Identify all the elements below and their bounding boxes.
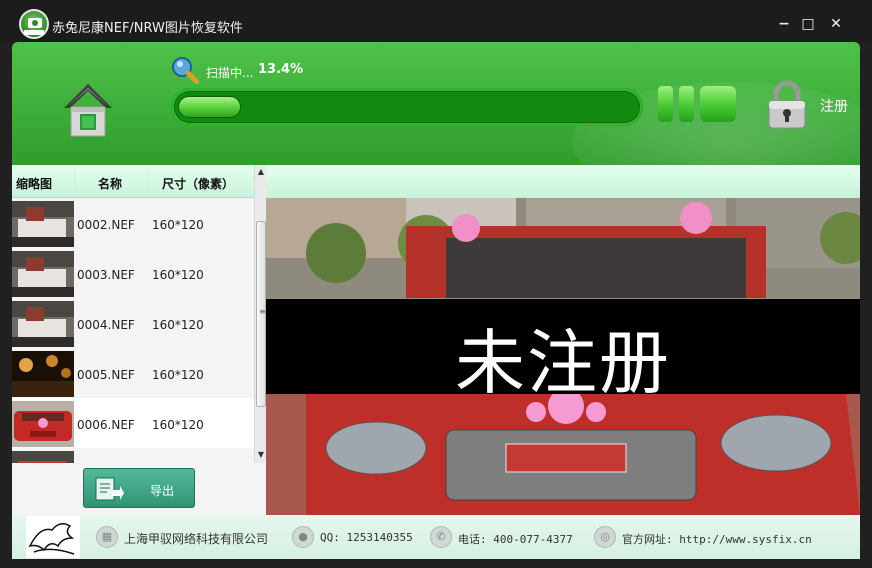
export-icon [95, 477, 124, 501]
scan-progress-bar [171, 88, 643, 126]
file-size: 160*120 [152, 418, 204, 432]
company-icon: ▦ [96, 526, 118, 548]
file-name: 0006.NEF [77, 418, 135, 432]
export-button[interactable]: 导出 [83, 468, 195, 508]
website-link[interactable]: 官方网址: http://www.sysfix.cn [622, 531, 812, 547]
file-name: 0003.NEF [77, 268, 135, 282]
scan-status-label: 扫描中... [206, 66, 254, 80]
watermark-text: 未注册 [455, 322, 671, 404]
unregistered-watermark: 未注册 [266, 299, 860, 404]
scan-progress-fill [179, 97, 240, 117]
title-bar: 赤兔尼康NEF/NRW图片恢复软件 − □ ✕ [0, 0, 872, 42]
thumbnail-image [12, 401, 74, 447]
close-button[interactable]: ✕ [826, 14, 846, 34]
file-list-body: 0002.NEF 160*120 0003.NEF 160*120 0004.N… [12, 198, 254, 463]
export-label: 导出 [150, 484, 175, 498]
app-window: 赤兔尼康NEF/NRW图片恢复软件 − □ ✕ 扫描中... 13.4% 注册 … [0, 0, 872, 568]
file-name: 0005.NEF [77, 368, 135, 382]
preview-header [266, 165, 860, 198]
thumbnail-image [12, 301, 74, 347]
column-name[interactable]: 名称 [98, 175, 122, 192]
stop-button[interactable] [700, 86, 736, 122]
qq-number[interactable]: QQ: 1253140355 [320, 531, 413, 544]
file-list-scrollbar[interactable]: ▲ ≡ ▼ [254, 165, 266, 463]
company-logo-icon [26, 516, 80, 558]
toolbar-header: 扫描中... 13.4% 注册 [12, 42, 860, 165]
file-list-header: 缩略图 名称 尺寸（像素） [12, 165, 266, 198]
column-size[interactable]: 尺寸（像素） [162, 175, 234, 192]
lock-icon[interactable] [766, 80, 808, 130]
scroll-thumb[interactable]: ≡ [256, 221, 266, 407]
thumbnail-image [12, 201, 74, 247]
search-icon [172, 57, 199, 84]
company-name: 上海甲驭网络科技有限公司 [124, 532, 269, 546]
file-size: 160*120 [152, 268, 204, 282]
file-size: 160*120 [152, 318, 204, 332]
thumbnail-image [12, 251, 74, 297]
footer-bar: ▦ 上海甲驭网络科技有限公司 ● QQ: 1253140355 ✆ 电话: 40… [12, 515, 860, 559]
file-list: 缩略图 名称 尺寸（像素） 0002.NEF 160*120 0003.NEF … [12, 165, 266, 463]
image-preview: 未注册 [266, 198, 860, 515]
maximize-button[interactable]: □ [798, 14, 818, 34]
table-row[interactable]: 0004.NEF 160*120 [12, 298, 254, 348]
file-name: 0004.NEF [77, 318, 135, 332]
phone-icon: ✆ [430, 526, 452, 548]
export-area: 导出 [12, 463, 266, 515]
file-name: 0002.NEF [77, 218, 135, 232]
thumbnail-image [12, 451, 74, 463]
column-thumbnail[interactable]: 缩略图 [16, 175, 52, 192]
scan-percent: 13.4% [258, 62, 304, 77]
file-size: 160*120 [152, 368, 204, 382]
window-title: 赤兔尼康NEF/NRW图片恢复软件 [52, 21, 243, 36]
table-row[interactable]: 0006.NEF 160*120 [12, 398, 254, 448]
app-logo-icon [19, 9, 49, 39]
table-row[interactable]: 0002.NEF 160*120 [12, 198, 254, 248]
register-link[interactable]: 注册 [820, 96, 848, 116]
file-size: 160*120 [152, 218, 204, 232]
minimize-button[interactable]: − [774, 14, 794, 34]
pause-button[interactable] [658, 86, 694, 122]
qq-icon: ● [292, 526, 314, 548]
globe-icon: ◎ [594, 526, 616, 548]
phone-number: 电话: 400-077-4377 [458, 533, 573, 546]
thumbnail-image [12, 351, 74, 397]
table-row[interactable]: 0005.NEF 160*120 [12, 348, 254, 398]
home-icon[interactable] [62, 82, 114, 138]
table-row[interactable] [12, 448, 254, 463]
table-row[interactable]: 0003.NEF 160*120 [12, 248, 254, 298]
